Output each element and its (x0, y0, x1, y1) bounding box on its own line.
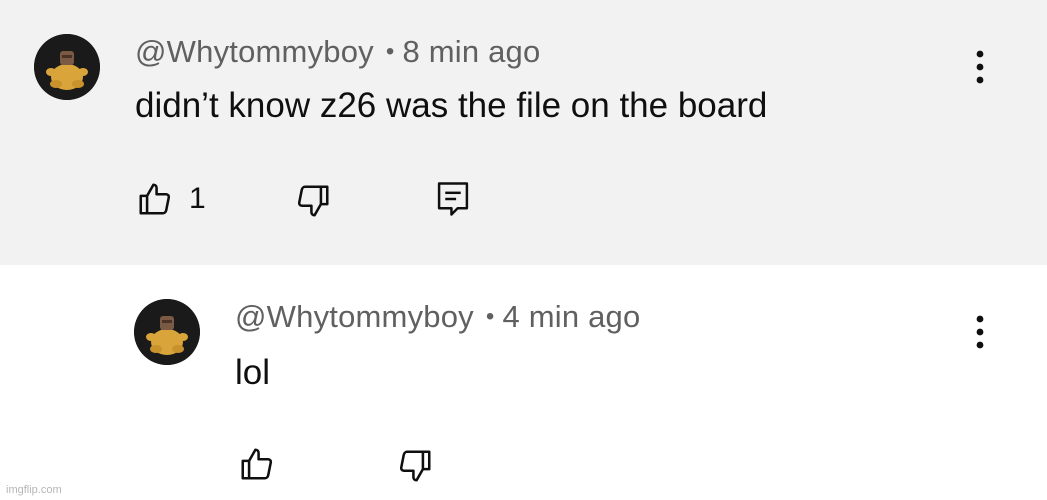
comment-reply: @Whytommyboy • 4 min ago lol (0, 265, 1047, 500)
meta-separator: • (485, 303, 495, 330)
thumbs-down-icon (297, 185, 329, 217)
reply-comment-icon (437, 182, 469, 216)
comment-timestamp[interactable]: 4 min ago (502, 299, 640, 334)
vertical-dots-icon (976, 315, 984, 349)
like-button[interactable] (136, 180, 174, 223)
dislike-button[interactable] (396, 447, 434, 490)
comment-parent: @Whytommyboy • 8 min ago didn’t know z26 w… (0, 0, 1047, 265)
thumbs-down-icon (399, 450, 431, 482)
avatar[interactable] (34, 34, 100, 100)
meta-separator: • (385, 38, 395, 65)
reply-button[interactable] (436, 180, 470, 223)
thumbs-up-icon (241, 448, 273, 480)
author-handle[interactable]: @Whytommyboy (135, 34, 374, 69)
comment-text: lol (235, 353, 271, 392)
like-button[interactable] (238, 445, 276, 488)
avatar[interactable] (134, 299, 200, 365)
comment-timestamp[interactable]: 8 min ago (402, 34, 540, 69)
vertical-dots-icon (976, 50, 984, 84)
thumbs-up-icon (139, 183, 171, 215)
comment-thread: @Whytommyboy • 8 min ago didn’t know z26 w… (0, 0, 1047, 500)
avatar-image (34, 34, 100, 100)
comment-meta: @Whytommyboy • 4 min ago (235, 299, 640, 335)
author-handle[interactable]: @Whytommyboy (235, 299, 474, 334)
comment-meta: @Whytommyboy • 8 min ago (135, 34, 540, 70)
dislike-button[interactable] (294, 182, 332, 225)
more-options-button[interactable] (972, 313, 988, 353)
comment-text: didn’t know z26 was the file on the boar… (135, 86, 768, 125)
like-count: 1 (189, 182, 206, 215)
avatar-image (134, 299, 200, 365)
more-options-button[interactable] (972, 48, 988, 88)
watermark: imgflip.com (6, 484, 62, 496)
